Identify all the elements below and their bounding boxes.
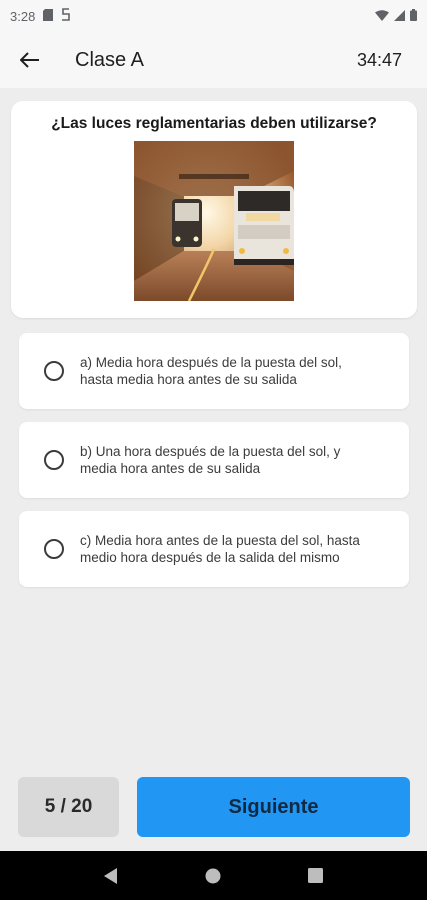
question-text: ¿Las luces reglamentarias deben utilizar… (51, 115, 377, 132)
option-a[interactable]: a) Media hora después de la puesta del s… (19, 333, 409, 409)
option-b-line2: media hora antes de su salida (80, 461, 261, 476)
back-button[interactable] (16, 46, 44, 74)
option-c[interactable]: c) Media hora antes de la puesta del sol… (19, 511, 409, 587)
system-nav-bar (0, 851, 427, 900)
status-bar: 3:28 (0, 0, 427, 32)
status-time: 3:28 (10, 8, 36, 24)
screen: 3:28 Clase A 34:47 ¿Las luces reglamenta… (0, 0, 427, 900)
countdown-timer: 34:47 (356, 49, 402, 70)
nav-back-icon (104, 867, 118, 884)
nav-home-icon (205, 868, 221, 883)
app-title: Clase A (75, 48, 144, 71)
radio-button-a[interactable] (44, 361, 64, 381)
status-left: 3:28 (10, 8, 71, 24)
option-c-line2: medio hora después de la salida del mism… (80, 550, 340, 565)
arrow-left-icon (20, 52, 39, 68)
option-a-label: a) Media hora después de la puesta del s… (80, 354, 380, 388)
option-c-line1: c) Media hora antes de la puesta del sol… (80, 533, 360, 548)
status-right (375, 8, 417, 24)
wifi-icon (375, 9, 389, 24)
next-button[interactable]: Siguiente (137, 777, 410, 837)
option-c-label: c) Media hora antes de la puesta del sol… (80, 532, 380, 566)
question-counter: 5 / 20 (18, 777, 119, 837)
option-a-line2: hasta media hora antes de su salida (80, 372, 297, 387)
nav-home-button[interactable] (193, 856, 233, 896)
radio-button-c[interactable] (44, 539, 64, 559)
option-b[interactable]: b) Una hora después de la puesta del sol… (19, 422, 409, 498)
signal-icon (394, 9, 405, 24)
question-image (134, 141, 294, 301)
radio-button-b[interactable] (44, 450, 64, 470)
option-b-label: b) Una hora después de la puesta del sol… (80, 443, 380, 477)
nav-recents-icon (308, 868, 324, 883)
nav-back-button[interactable] (91, 856, 131, 896)
option-b-line1: b) Una hora después de la puesta del sol… (80, 444, 341, 459)
battery-icon (410, 8, 417, 24)
question-card: ¿Las luces reglamentarias deben utilizar… (11, 101, 417, 318)
nav-recents-button[interactable] (296, 856, 336, 896)
app-bar: Clase A 34:47 (0, 32, 427, 88)
sd-card-icon (43, 8, 54, 24)
option-a-line1: a) Media hora después de la puesta del s… (80, 355, 342, 370)
s-logo-icon (61, 8, 71, 24)
